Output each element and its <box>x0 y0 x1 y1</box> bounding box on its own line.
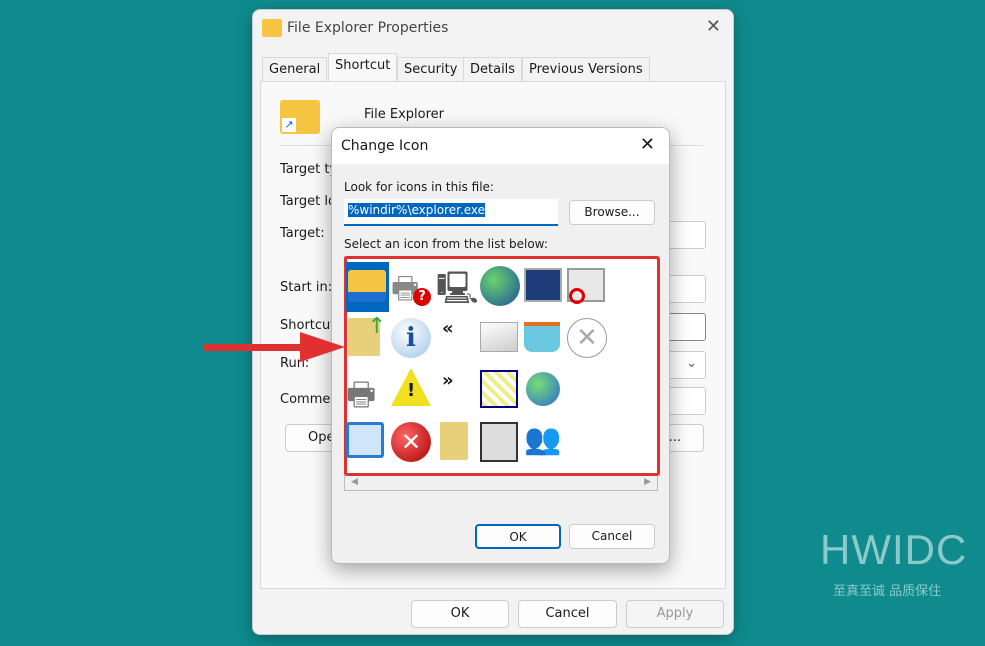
file-path-input[interactable]: %windir%\explorer.exe <box>344 199 558 226</box>
window-blocked-icon[interactable] <box>567 268 605 304</box>
shopping-basket-icon[interactable] <box>524 322 560 352</box>
info-icon[interactable]: i <box>391 318 431 358</box>
folder-narrow-icon[interactable] <box>440 422 468 460</box>
tab-details[interactable]: Details <box>463 57 523 81</box>
envelope-icon[interactable] <box>480 322 518 352</box>
red-arrow <box>203 344 303 351</box>
globe-icon[interactable] <box>480 266 520 306</box>
fast-forward-icon[interactable]: » <box>442 370 482 410</box>
globe-orbit-icon[interactable] <box>526 372 560 406</box>
shortcut-key-label: Shortcut <box>280 318 336 333</box>
shortcut-name: File Explorer <box>364 107 445 122</box>
tab-shortcut[interactable]: Shortcut <box>328 53 398 83</box>
warning-icon[interactable]: ! <box>391 368 431 406</box>
target-label: Target: <box>280 226 325 241</box>
rewind-icon[interactable]: « <box>442 318 482 358</box>
folder-icon[interactable] <box>346 262 389 312</box>
window-grid-icon[interactable] <box>480 370 518 408</box>
folder-icon <box>262 19 282 37</box>
folder-up-arrow-icon[interactable]: ↑ <box>348 314 386 356</box>
ok-button[interactable]: OK <box>475 524 561 549</box>
close-icon[interactable]: ✕ <box>640 134 655 155</box>
browse-button[interactable]: Browse... <box>569 200 655 225</box>
comment-label: Commer <box>280 392 336 407</box>
tab-security[interactable]: Security <box>397 57 465 81</box>
target-location-label: Target lo <box>280 194 336 209</box>
printer-icon[interactable]: 🖶 <box>346 372 386 413</box>
window-title: File Explorer Properties <box>287 20 449 36</box>
horizontal-scrollbar[interactable]: ◀ ▶ <box>345 474 657 490</box>
cancel-button[interactable]: Cancel <box>569 524 655 549</box>
watermark-logo: HWIDC <box>820 526 968 573</box>
dialog-title: Change Icon <box>341 138 429 154</box>
target-type-label: Target ty <box>280 162 338 177</box>
start-in-label: Start in: <box>280 280 333 295</box>
windows-cascade-icon[interactable] <box>524 268 562 302</box>
tab-general[interactable]: General <box>262 57 328 81</box>
error-icon[interactable]: ✕ <box>391 422 431 462</box>
arrow-head-icon <box>300 332 345 362</box>
circle-x-icon[interactable]: ✕ <box>567 318 607 358</box>
select-icon-label: Select an icon from the list below: <box>344 237 548 251</box>
apply-button[interactable]: Apply <box>626 600 724 628</box>
watermark-tagline: 至真至诚 品质保住 <box>833 584 942 599</box>
tab-previous-versions[interactable]: Previous Versions <box>522 57 650 81</box>
computer-icon[interactable]: 🖳 <box>436 266 479 307</box>
printer-question-icon[interactable]: 🖶? <box>391 266 431 306</box>
ok-button[interactable]: OK <box>411 600 509 628</box>
cancel-button[interactable]: Cancel <box>518 600 617 628</box>
users-icon[interactable]: 👥 <box>524 422 564 462</box>
close-icon[interactable]: ✕ <box>706 16 721 37</box>
server-list-icon[interactable] <box>480 422 518 462</box>
file-explorer-icon: ↗ <box>280 100 320 134</box>
look-for-label: Look for icons in this file: <box>344 180 494 194</box>
chevron-down-icon: ⌄ <box>686 356 697 371</box>
window-pen-icon[interactable] <box>346 422 384 458</box>
